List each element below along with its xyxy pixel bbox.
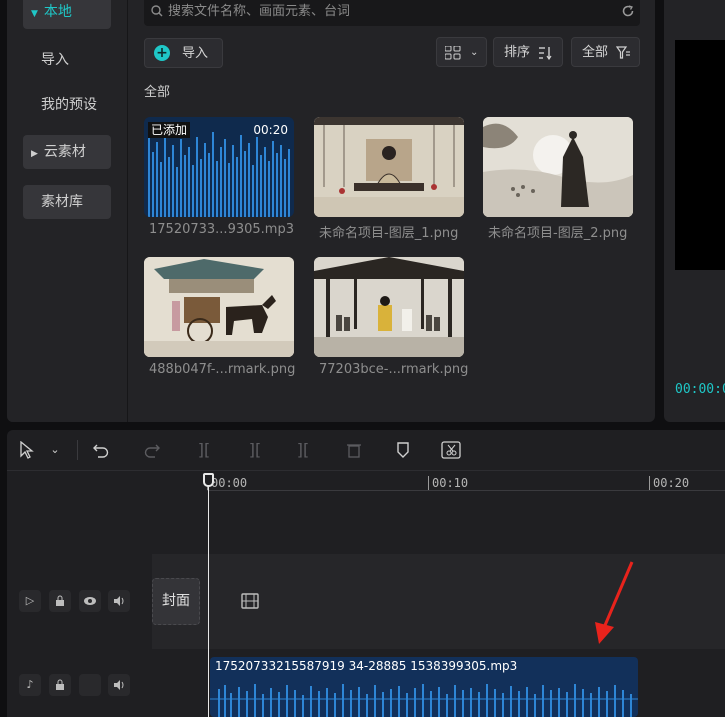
ruler-tick xyxy=(428,476,429,490)
sort-icon xyxy=(539,47,552,60)
caret-right-icon: ▶ xyxy=(31,149,38,159)
undo-icon[interactable] xyxy=(89,438,113,462)
media-item-image[interactable] xyxy=(144,257,294,357)
media-item-audio[interactable]: 已添加 00:20 xyxy=(144,117,294,217)
film-icon xyxy=(241,593,259,609)
preview-canvas xyxy=(675,40,725,270)
import-button[interactable]: + 导入 xyxy=(144,38,223,68)
media-item-name: 77203bce-...rmark.png xyxy=(319,362,469,377)
volume-icon[interactable] xyxy=(108,590,130,612)
audio-clip[interactable]: 17520733215587919 34-28885 1538399305.mp… xyxy=(210,657,638,717)
track-headers: ▷ ♪ xyxy=(7,472,144,717)
playhead[interactable] xyxy=(203,473,214,717)
import-button-label: 导入 xyxy=(182,46,209,61)
plus-icon: + xyxy=(154,45,170,61)
ruler-label: 00:00 xyxy=(211,476,248,490)
filter-button-label: 全部 xyxy=(582,45,609,60)
auto-cut-icon[interactable] xyxy=(439,438,463,462)
painting-thumbnail xyxy=(483,117,633,217)
refresh-icon[interactable] xyxy=(621,4,635,18)
lock-icon[interactable] xyxy=(49,590,71,612)
preview-panel: 00:00:0 xyxy=(664,0,725,422)
media-item-name: 未命名项目-图层_2.png xyxy=(488,226,628,241)
media-sidebar: ▼ 本地 导入 我的预设 ▶ 云素材 素材库 xyxy=(7,0,128,422)
ruler-label: 00:20 xyxy=(653,476,690,490)
sidebar-item-local[interactable]: ▼ 本地 xyxy=(23,0,111,29)
sidebar-item-library[interactable]: 素材库 xyxy=(23,185,111,219)
search-input[interactable] xyxy=(168,0,608,26)
sidebar-item-label: 本地 xyxy=(43,4,72,20)
sidebar-item-label: 素材库 xyxy=(41,194,83,210)
ruler-baseline xyxy=(207,490,725,491)
media-item-name: 17520733...9305.mp3 xyxy=(149,222,294,237)
duration-label: 00:20 xyxy=(253,123,288,137)
empty-slot xyxy=(79,674,101,696)
section-title: 全部 xyxy=(144,85,171,100)
sort-button-label: 排序 xyxy=(504,45,531,60)
sidebar-item-label: 云素材 xyxy=(43,144,86,160)
sidebar-item-label: 我的预设 xyxy=(41,97,97,113)
timeline-panel: ⌄ ][ ][ ][ 00:00 00:10 00:20 ▷ ♪ 封面 1752… xyxy=(7,430,725,717)
lock-icon[interactable] xyxy=(49,674,71,696)
delete-icon[interactable] xyxy=(342,438,366,462)
audio-clip-name: 17520733215587919 34-28885 1538399305.mp… xyxy=(215,659,518,673)
cover-button[interactable]: 封面 xyxy=(152,578,200,625)
select-tool-icon[interactable] xyxy=(15,438,39,462)
divider xyxy=(77,440,78,460)
sidebar-item-cloud[interactable]: ▶ 云素材 xyxy=(23,135,111,169)
annotation-arrow-icon xyxy=(595,561,634,644)
view-mode-button[interactable]: ⌄ xyxy=(436,37,487,67)
sidebar-item-presets[interactable]: 我的预设 xyxy=(23,88,111,122)
playhead-handle[interactable] xyxy=(203,473,214,487)
video-track-icon: ▷ xyxy=(19,590,41,612)
filter-icon xyxy=(616,46,630,59)
chevron-down-icon: ⌄ xyxy=(470,47,479,58)
trim-left-icon[interactable]: ][ xyxy=(243,438,267,462)
painting-thumbnail xyxy=(144,257,294,357)
chevron-down-icon[interactable]: ⌄ xyxy=(43,438,67,462)
media-item-image[interactable] xyxy=(314,257,464,357)
trim-right-icon[interactable]: ][ xyxy=(291,438,315,462)
search-icon xyxy=(151,5,163,17)
audio-clip-waveform xyxy=(210,684,638,717)
audio-track-icon: ♪ xyxy=(19,674,41,696)
filter-button[interactable]: 全部 xyxy=(571,37,640,67)
media-item-name: 未命名项目-图层_1.png xyxy=(319,226,459,241)
volume-icon[interactable] xyxy=(108,674,130,696)
timeline-ruler[interactable]: 00:00 00:10 00:20 xyxy=(207,472,725,496)
sidebar-item-label: 导入 xyxy=(41,52,69,68)
redo-icon[interactable] xyxy=(140,438,164,462)
media-item-image[interactable] xyxy=(314,117,464,217)
preview-timecode: 00:00:0 xyxy=(675,382,725,397)
sort-button[interactable]: 排序 xyxy=(493,37,563,67)
grid-view-icon xyxy=(445,46,461,60)
media-item-image[interactable] xyxy=(483,117,633,217)
eye-icon[interactable] xyxy=(79,590,101,612)
split-icon[interactable]: ][ xyxy=(192,438,216,462)
painting-thumbnail xyxy=(314,117,464,217)
caret-down-icon: ▼ xyxy=(31,9,38,19)
media-item-name: 488b047f-...rmark.png xyxy=(149,362,296,377)
media-panel: ▼ 本地 导入 我的预设 ▶ 云素材 素材库 + 导入 ⌄ xyxy=(7,0,655,422)
ruler-label: 00:10 xyxy=(432,476,469,490)
search-box xyxy=(144,0,640,26)
marker-icon[interactable] xyxy=(391,438,415,462)
sidebar-item-import[interactable]: 导入 xyxy=(23,43,111,77)
video-track[interactable]: 封面 xyxy=(152,554,725,649)
ruler-tick xyxy=(649,476,650,490)
added-badge: 已添加 xyxy=(148,122,191,138)
painting-thumbnail xyxy=(314,257,464,357)
timeline-toolbar: ⌄ ][ ][ ][ xyxy=(7,430,725,471)
